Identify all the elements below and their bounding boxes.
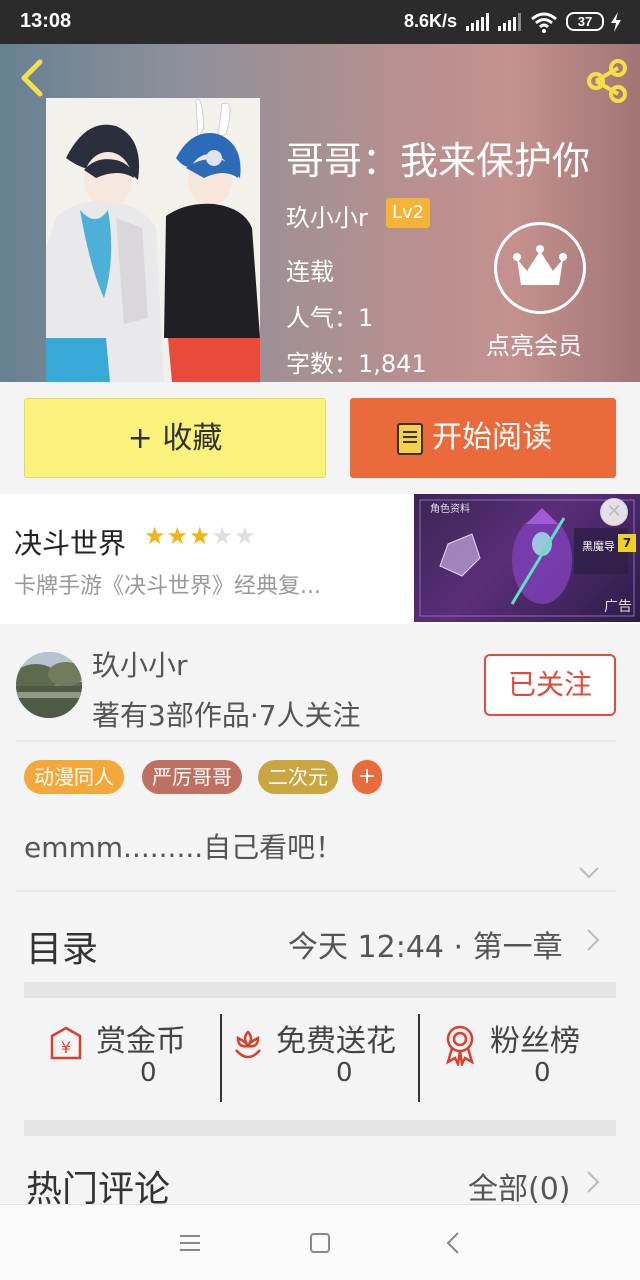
status-time: 13:08 [20,10,72,32]
book-author[interactable]: 玖小小r [286,198,368,233]
author-name[interactable]: 玖小小r [92,644,188,684]
toc-title[interactable]: 目录 [26,920,98,972]
start-reading-button[interactable]: 开始阅读 [350,398,616,478]
chevron-down-icon[interactable] [578,866,600,880]
start-reading-label: 开始阅读 [432,420,552,455]
action-bar: + 收藏 开始阅读 [0,382,640,494]
chevron-right-icon[interactable] [586,1170,600,1194]
ad-close-button[interactable]: ✕ [600,498,628,526]
wifi-icon [531,12,557,33]
author-avatar[interactable] [16,652,82,718]
favorite-button[interactable]: + 收藏 [24,398,326,478]
cell-signal-icon [466,13,489,31]
cover-illustration [46,98,260,382]
fan-rank-icon [445,1025,475,1066]
share-icon[interactable] [584,58,630,104]
ad-description: 卡牌手游《决斗世界》经典复... [14,574,321,599]
vip-crown-button[interactable] [494,222,586,314]
network-speed: 8.6K/s [404,11,458,31]
book-header: 哥哥：我来保护你 玖小小r Lv2 连载 人气：1 字数：1,841 点亮会员 [0,44,640,382]
flower-icon [235,1030,261,1059]
svg-text:¥: ¥ [61,1038,71,1057]
status-bar: 13:08 8.6K/s 37 [0,0,640,44]
star-empty-icon: ★ [234,522,257,550]
star-filled-icon: ★ [189,522,212,550]
tag-chip[interactable]: 二次元 [258,760,338,794]
all-comments-link[interactable]: 全部(0) [468,1164,571,1208]
reward-coin-button[interactable]: ¥ 赏金币 0 [24,1014,220,1104]
menu-icon[interactable] [176,1229,204,1257]
back-arrow-icon[interactable] [14,58,54,98]
vip-label[interactable]: 点亮会员 [486,326,582,361]
book-status: 连载 [286,258,334,286]
chevron-right-icon[interactable] [586,928,600,952]
battery-icon: 37 [566,12,604,31]
author-section: 玖小小r 著有3部作品·7人关注 已关注 动漫同人 严厉哥哥 二次元 + emm… [0,630,640,1210]
tag-chip[interactable]: 严厉哥哥 [142,760,242,794]
book-title: 哥哥：我来保护你 [286,139,591,183]
crown-icon [513,245,567,285]
book-popularity: 人气：1 [286,304,374,332]
ad-rating-stars: ★★★★★ [144,522,257,550]
author-stats: 著有3部作品·7人关注 [92,699,361,732]
send-flower-button[interactable]: 免费送花 0 [222,1014,418,1104]
ad-image-caption-num: 7 [618,534,636,552]
tag-chip[interactable]: 动漫同人 [24,760,124,794]
send-flower-value: 0 [336,1058,353,1088]
fan-rank-button[interactable]: 粉丝榜 0 [420,1014,616,1104]
cell-signal-2-icon [498,13,521,31]
book-icon [397,423,423,455]
divider [16,740,616,742]
ad-tag: 广告 [604,599,632,615]
follow-button[interactable]: 已关注 [484,654,616,716]
ad-image-caption-name: 黑魔导 [582,540,615,553]
reward-coin-icon: ¥ [50,1026,82,1060]
ad-banner[interactable]: 决斗世界 ★★★★★ 卡牌手游《决斗世界》经典复... 角色资料 黑魔导 7 ✕… [0,494,640,624]
divider [16,890,616,892]
star-filled-icon: ★ [144,522,167,550]
reward-coin-label: 赏金币 [96,1024,186,1059]
avatar-photo [16,652,82,718]
system-nav-bar [0,1204,640,1280]
book-word-count: 字数：1,841 [286,350,427,378]
section-separator [24,1120,616,1136]
ad-image-caption-top: 角色资料 [430,504,470,515]
back-icon[interactable] [440,1229,468,1257]
home-icon[interactable] [306,1229,334,1257]
star-empty-icon: ★ [211,522,235,550]
toc-latest-chapter[interactable]: 今天 12:44 · 第一章 [288,922,563,966]
charging-icon [611,12,621,32]
book-description: emmm.........自己看吧！ [24,831,344,864]
fan-rank-value: 0 [534,1058,551,1088]
star-filled-icon: ★ [166,522,190,550]
send-flower-label: 免费送花 [276,1024,396,1059]
author-level-badge: Lv2 [386,198,431,228]
reward-coin-value: 0 [140,1058,157,1088]
add-tag-button[interactable]: + [352,760,382,794]
section-separator [24,982,616,998]
fan-rank-label: 粉丝榜 [490,1024,580,1059]
ad-title: 决斗世界 [14,527,127,560]
book-cover-image[interactable] [46,98,260,382]
